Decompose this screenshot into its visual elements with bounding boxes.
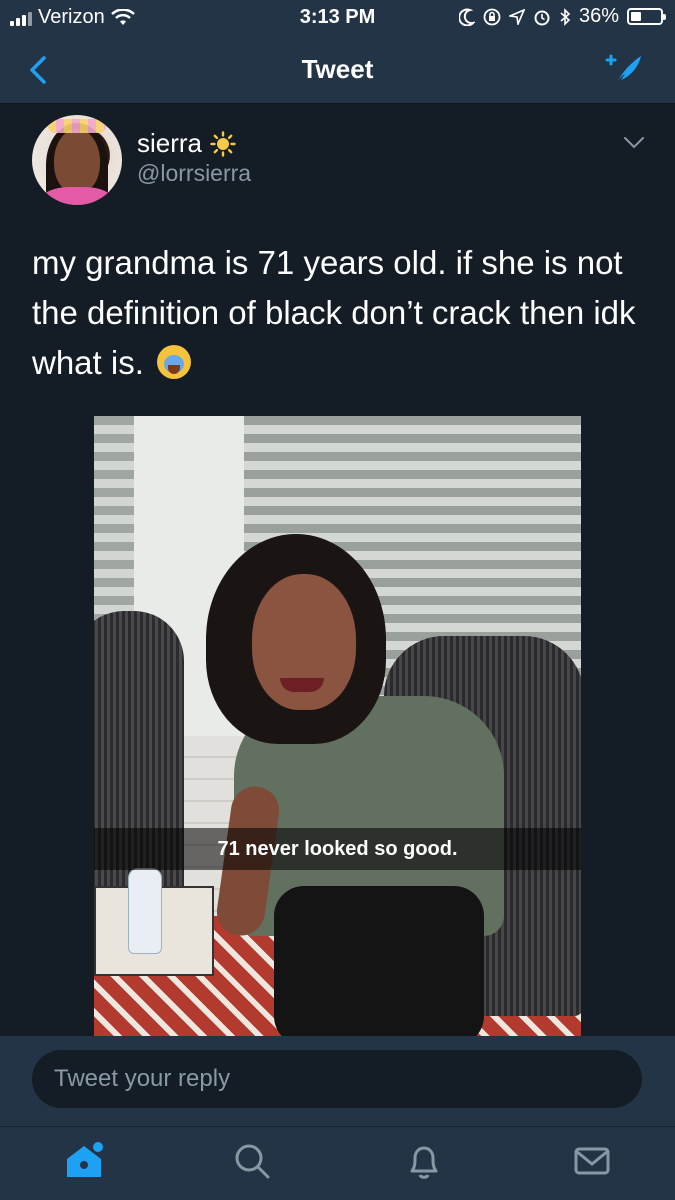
search-icon[interactable] xyxy=(230,1139,274,1183)
photo-caption: 71 never looked so good. xyxy=(94,828,581,870)
tweet-text-body: my grandma is 71 years old. if she is no… xyxy=(32,244,636,381)
battery-fill xyxy=(631,12,642,21)
nav-bar: Tweet xyxy=(0,36,675,104)
compose-tweet-icon[interactable] xyxy=(601,50,645,90)
tweet-text: my grandma is 71 years old. if she is no… xyxy=(32,238,642,388)
loudly-crying-face-icon xyxy=(157,345,192,379)
bluetooth-icon xyxy=(560,7,571,26)
display-name-text: sierra xyxy=(137,128,203,158)
avatar[interactable] xyxy=(32,115,122,205)
moon-icon xyxy=(458,8,475,26)
alarm-icon xyxy=(534,10,550,25)
bell-icon[interactable] xyxy=(402,1139,446,1183)
avatar-face xyxy=(54,129,100,193)
location-icon xyxy=(508,8,525,25)
home-icon[interactable] xyxy=(62,1139,106,1183)
battery-percent: 36% xyxy=(578,5,619,27)
battery-icon xyxy=(627,8,666,25)
status-bar-right: 36% xyxy=(458,5,666,28)
sun-icon xyxy=(210,130,236,157)
avatar-flower-crown xyxy=(48,119,106,133)
status-bar: Verizon 3:13 PM 36% xyxy=(0,0,675,36)
mail-icon[interactable] xyxy=(570,1139,614,1183)
avatar-shirt xyxy=(42,187,112,205)
display-name[interactable]: sierra xyxy=(137,128,236,159)
reply-input[interactable] xyxy=(32,1050,642,1108)
reply-bar xyxy=(0,1036,675,1126)
tweet-photo[interactable]: 71 never looked so good. xyxy=(94,416,581,1036)
rotation-lock-icon xyxy=(483,8,501,25)
photo-water-bottle xyxy=(128,868,162,954)
chevron-down-icon[interactable] xyxy=(623,136,645,150)
photo-person-pants xyxy=(274,886,484,1036)
user-handle[interactable]: @lorrsierra xyxy=(137,160,251,187)
tab-bar xyxy=(0,1126,675,1200)
page-title: Tweet xyxy=(301,54,374,84)
